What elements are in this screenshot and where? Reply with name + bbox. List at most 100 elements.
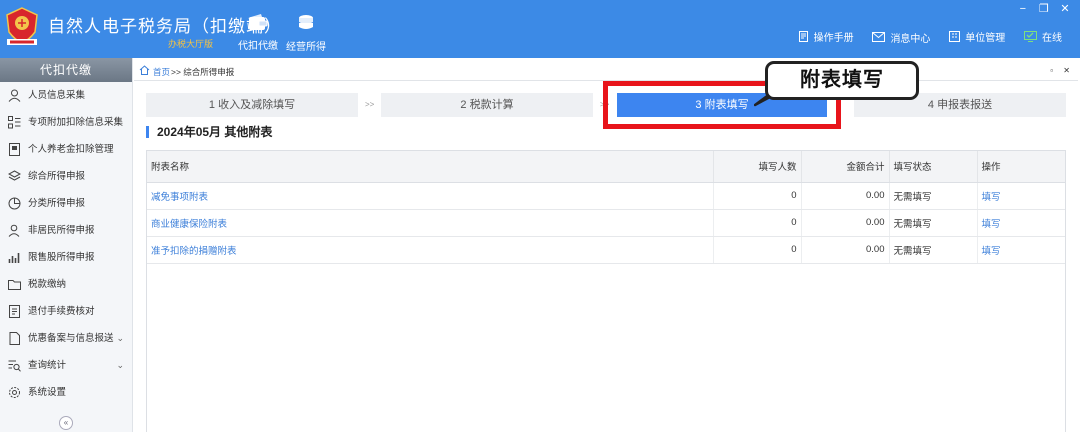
- sidebar-item-comprehensive-income[interactable]: 综合所得申报: [0, 163, 132, 190]
- attachment-name-link[interactable]: 减免事项附表: [147, 182, 714, 210]
- message-center-label: 消息中心: [890, 33, 931, 45]
- chevron-down-icon: ⌄: [116, 360, 124, 370]
- close-button[interactable]: ✕: [1058, 2, 1072, 15]
- attachment-name-link[interactable]: 商业健康保险附表: [147, 209, 714, 237]
- unit-management-label: 单位管理: [965, 33, 1006, 44]
- breadcrumb: 首页 >> 综合所得申报 ▫ ✕: [134, 62, 1078, 80]
- building-icon: [949, 31, 961, 42]
- panel-close-icon[interactable]: ✕: [1063, 66, 1070, 75]
- sidebar-item-label: 税款缴纳: [28, 279, 67, 290]
- folder-icon: [8, 280, 21, 290]
- online-icon: [1024, 31, 1037, 42]
- filler-count: 0: [713, 209, 802, 237]
- panel-restore-icon[interactable]: ▫: [1050, 66, 1053, 75]
- sidebar-item-fee-refund[interactable]: 退付手续费核对: [0, 298, 132, 325]
- panel-controls: ▫ ✕: [1042, 66, 1070, 75]
- sidebar-item-label: 非居民所得申报: [28, 225, 95, 236]
- sidebar-item-preferential-filing[interactable]: 优惠备案与信息报送 ⌄: [0, 325, 132, 352]
- online-status[interactable]: 在线: [1024, 29, 1062, 44]
- column-header: 填写状态: [889, 151, 978, 183]
- document-icon: [9, 143, 20, 156]
- column-header: 金额合计: [801, 151, 890, 183]
- restore-button[interactable]: ❐: [1037, 2, 1051, 15]
- sidebar-item-label: 优惠备案与信息报送: [28, 333, 114, 344]
- amount-total: 0.00: [801, 209, 890, 237]
- table-row: 商业健康保险附表 0 0.00 无需填写 填写: [147, 209, 1065, 237]
- app-window: 自然人电子税务局（扣缴端） 办税大厅版 代扣代缴 经营所得 − ❐ ✕ 操作手册…: [0, 0, 1080, 432]
- sidebar-item-query-stats[interactable]: 查询统计 ⌄: [0, 352, 132, 379]
- column-header: 填写人数: [713, 151, 802, 183]
- manual-link[interactable]: 操作手册: [798, 29, 854, 44]
- amount-total: 0.00: [801, 182, 890, 210]
- amount-total: 0.00: [801, 236, 890, 264]
- sidebar-item-label: 专项附加扣除信息采集: [28, 117, 124, 128]
- file-icon: [9, 332, 20, 345]
- breadcrumb-home-link[interactable]: 首页: [153, 66, 170, 78]
- message-center-link[interactable]: 消息中心: [872, 30, 930, 45]
- table-row: 减免事项附表 0 0.00 无需填写 填写: [147, 182, 1065, 210]
- gear-icon: [9, 387, 20, 398]
- main-panel: 首页 >> 综合所得申报 ▫ ✕ 1 收入及减除填写 >> 2 税款计算 >> …: [134, 58, 1080, 432]
- online-status-label: 在线: [1042, 33, 1062, 44]
- receipt-icon: [9, 305, 20, 318]
- sidebar-item-label: 查询统计: [28, 360, 67, 371]
- step-separator: >>: [600, 100, 610, 109]
- section-title: 2024年05月 其他附表: [146, 126, 272, 138]
- manual-icon: [798, 31, 808, 42]
- sidebar: 代扣代缴 人员信息采集 专项附加扣除信息采集 个人养老金扣除管理 综合所得申报 …: [0, 58, 133, 432]
- fill-action-link[interactable]: 填写: [977, 236, 1065, 264]
- person-outline-icon: [8, 224, 20, 237]
- sidebar-item-label: 人员信息采集: [28, 90, 86, 101]
- minimize-button[interactable]: −: [1016, 3, 1030, 15]
- sidebar-item-label: 分类所得申报: [28, 198, 86, 209]
- sidebar-item-restricted-shares[interactable]: 限售股所得申报: [0, 244, 132, 271]
- sidebar-collapse-button[interactable]: «: [59, 416, 73, 430]
- attachments-table: 附表名称 填写人数 金额合计 填写状态 操作 减免事项附表 0 0.00 无需填…: [146, 150, 1066, 432]
- wallet-icon: [249, 14, 268, 30]
- sidebar-item-tax-payment[interactable]: 税款缴纳: [0, 271, 132, 298]
- search-list-icon: [8, 360, 21, 372]
- sidebar-item-system-settings[interactable]: 系统设置: [0, 379, 132, 406]
- chevron-down-icon: ⌄: [116, 333, 124, 343]
- grid-list-icon: [8, 116, 21, 129]
- sidebar-item-nonresident-income[interactable]: 非居民所得申报: [0, 217, 132, 244]
- callout-label: 附表填写: [765, 61, 919, 100]
- unit-management-link[interactable]: 单位管理: [949, 29, 1005, 44]
- filler-count: 0: [713, 236, 802, 264]
- layers-icon: [8, 170, 21, 181]
- bar-chart-icon: [8, 253, 20, 263]
- hall-version-label: 办税大厅版: [168, 39, 214, 49]
- step-income-deduction[interactable]: 1 收入及减除填写: [146, 93, 358, 117]
- breadcrumb-current: >> 综合所得申报: [171, 67, 235, 77]
- sidebar-item-label: 个人养老金扣除管理: [28, 144, 114, 155]
- tax-emblem-logo: [4, 6, 40, 46]
- home-icon: [139, 65, 150, 75]
- column-header: 附表名称: [147, 151, 714, 183]
- fill-status: 无需填写: [889, 182, 978, 210]
- sidebar-item-special-deduction[interactable]: 专项附加扣除信息采集: [0, 109, 132, 136]
- step-tax-calculation[interactable]: 2 税款计算: [381, 93, 593, 117]
- nav-business-income[interactable]: 经营所得: [278, 14, 334, 53]
- attachment-name-link[interactable]: 准予扣除的捐赠附表: [147, 236, 714, 264]
- nav-business-income-label: 经营所得: [286, 42, 326, 53]
- sidebar-item-label: 系统设置: [28, 387, 67, 398]
- fill-action-link[interactable]: 填写: [977, 209, 1065, 237]
- fill-action-link[interactable]: 填写: [977, 182, 1065, 210]
- window-controls: − ❐ ✕: [1012, 2, 1072, 15]
- fill-status: 无需填写: [889, 236, 978, 264]
- person-icon: [8, 89, 21, 102]
- sidebar-item-classified-income[interactable]: 分类所得申报: [0, 190, 132, 217]
- header-right-links: 操作手册 消息中心 单位管理 在线: [782, 29, 1062, 45]
- coins-icon: [299, 15, 313, 29]
- table-row: 准予扣除的捐赠附表 0 0.00 无需填写 填写: [147, 236, 1065, 264]
- sidebar-item-personnel-info[interactable]: 人员信息采集: [0, 82, 132, 109]
- step-separator: >>: [365, 100, 375, 109]
- pie-chart-icon: [8, 197, 21, 210]
- manual-link-label: 操作手册: [813, 33, 854, 44]
- filler-count: 0: [713, 182, 802, 210]
- divider: [134, 80, 1078, 81]
- nav-withholding-label: 代扣代缴: [238, 41, 278, 52]
- sidebar-item-pension[interactable]: 个人养老金扣除管理: [0, 136, 132, 163]
- sidebar-title: 代扣代缴: [0, 58, 132, 82]
- sidebar-item-label: 限售股所得申报: [28, 252, 95, 263]
